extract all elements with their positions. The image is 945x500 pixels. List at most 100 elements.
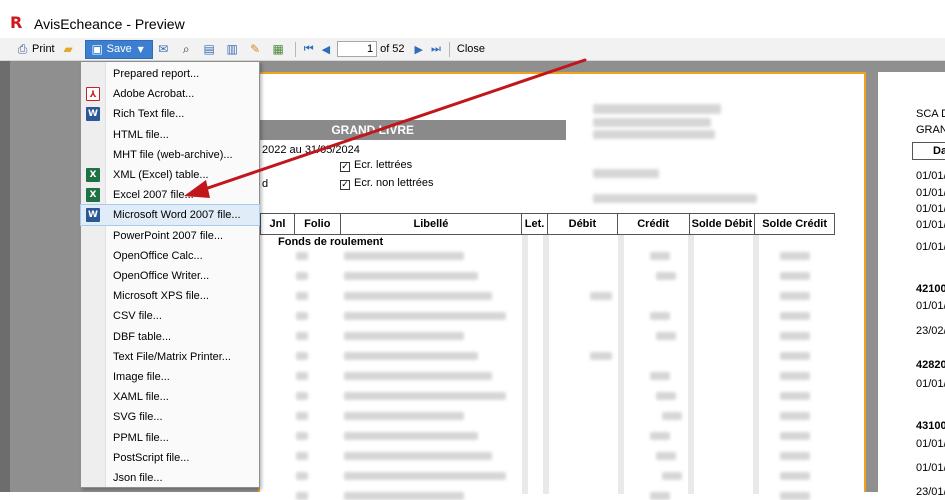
printer-icon: ⎙ bbox=[17, 41, 28, 56]
save-dropdown-menu: Prepared report... ⅄ Adobe Acrobat... W Rich… bbox=[80, 61, 260, 488]
column-shade bbox=[543, 235, 549, 494]
blurred-cell bbox=[296, 492, 308, 500]
page2-row: 01/01/ bbox=[916, 378, 945, 390]
column-shade bbox=[618, 235, 624, 494]
save-button[interactable]: ▣ Save ▼ bbox=[84, 39, 153, 59]
save-menu-item-label: DBF table... bbox=[113, 330, 172, 343]
save-menu-item[interactable]: OpenOffice Calc... bbox=[81, 246, 259, 266]
blurred-cell bbox=[296, 252, 308, 260]
print-label: Print bbox=[32, 43, 55, 55]
blurred-text bbox=[593, 118, 711, 127]
column-shade bbox=[753, 235, 759, 494]
column-header: Jnl bbox=[261, 214, 295, 234]
blurred-cell bbox=[780, 412, 810, 420]
column-header: Libellé bbox=[341, 214, 523, 234]
outline-button[interactable]: ▤ bbox=[199, 40, 222, 59]
blurred-cell bbox=[296, 452, 308, 460]
find-button[interactable]: ⌕ bbox=[176, 40, 199, 59]
column-header: Crédit bbox=[618, 214, 690, 234]
page-number-input[interactable] bbox=[337, 41, 378, 57]
page2-row: 42820 bbox=[916, 359, 945, 371]
column-header: Débit bbox=[548, 214, 618, 234]
save-menu-item-label: Microsoft XPS file... bbox=[113, 290, 209, 303]
page2-line: GRAN bbox=[916, 124, 945, 136]
next-page-icon[interactable]: ▶ bbox=[411, 43, 427, 56]
save-menu-item-label: XAML file... bbox=[113, 391, 169, 404]
section-title: Fonds de roulement bbox=[278, 236, 384, 248]
page2-row: 01/01/ bbox=[916, 462, 945, 474]
blurred-cell bbox=[780, 372, 810, 380]
save-menu-item[interactable]: Json file... bbox=[81, 468, 259, 488]
column-header: Folio bbox=[295, 214, 341, 234]
blurred-text bbox=[593, 169, 659, 178]
blurred-cell bbox=[296, 372, 308, 380]
save-menu-item-label: Excel 2007 file... bbox=[113, 189, 194, 202]
email-button[interactable]: ✉ bbox=[153, 40, 176, 59]
save-menu-item[interactable]: W Rich Text file... bbox=[81, 104, 259, 124]
save-menu-item[interactable]: PostScript file... bbox=[81, 448, 259, 468]
save-menu-item[interactable]: Prepared report... bbox=[81, 64, 259, 84]
column-header: Let. bbox=[522, 214, 548, 234]
blurred-cell bbox=[344, 352, 478, 360]
watermark-button[interactable]: ▦ bbox=[268, 40, 291, 59]
save-menu-item-label: Prepared report... bbox=[113, 68, 200, 80]
checkbox-checked-icon: ✓ bbox=[340, 180, 350, 190]
toolbar-separator bbox=[448, 41, 450, 57]
save-menu-item[interactable]: Microsoft XPS file... bbox=[81, 286, 259, 306]
save-menu-item[interactable]: PPML file... bbox=[81, 428, 259, 448]
blurred-cell bbox=[296, 432, 308, 440]
save-menu-item[interactable]: PowerPoint 2007 file... bbox=[81, 226, 259, 246]
save-menu-item[interactable]: MHT file (web-archive)... bbox=[81, 145, 259, 165]
checkbox-checked-icon: ✓ bbox=[340, 162, 350, 172]
save-label: Save bbox=[106, 43, 132, 55]
blurred-cell bbox=[344, 392, 506, 400]
first-page-icon[interactable]: ⏮ bbox=[300, 42, 318, 56]
preview-toolbar: ⎙ Print ▰ ▣ Save ▼ ✉ ⌕ ▤ ▥ ✎ ▦ ⏮ ◀ of 52… bbox=[0, 38, 945, 61]
blurred-cell bbox=[296, 332, 308, 340]
edit-page-button[interactable]: ✎ bbox=[245, 40, 268, 59]
blurred-cell bbox=[650, 372, 670, 380]
blurred-cell bbox=[662, 472, 682, 480]
save-menu-item-label: PowerPoint 2007 file... bbox=[113, 229, 224, 242]
blurred-cell bbox=[344, 252, 464, 260]
previous-page-icon[interactable]: ◀ bbox=[318, 43, 334, 56]
page-setup-button[interactable]: ▥ bbox=[222, 40, 245, 59]
last-page-icon[interactable]: ⏭ bbox=[427, 42, 445, 56]
column-header: Solde Débit bbox=[690, 214, 756, 234]
save-menu-item[interactable]: Text File/Matrix Printer... bbox=[81, 347, 259, 367]
save-menu-item[interactable]: Image file... bbox=[81, 367, 259, 387]
save-menu-item-label: CSV file... bbox=[113, 310, 162, 323]
open-button[interactable]: ▰ bbox=[58, 40, 81, 59]
save-menu-item[interactable]: XAML file... bbox=[81, 387, 259, 407]
checkbox-label: Ecr. lettrées bbox=[354, 159, 413, 171]
save-menu-item-label: Text File/Matrix Printer... bbox=[113, 350, 231, 363]
blurred-cell bbox=[590, 352, 612, 360]
save-menu-item[interactable]: HTML file... bbox=[81, 125, 259, 145]
period-suffix: d bbox=[262, 178, 269, 190]
blurred-cell bbox=[656, 452, 676, 460]
save-menu-item[interactable]: OpenOffice Writer... bbox=[81, 266, 259, 286]
print-button[interactable]: ⎙ Print bbox=[12, 40, 58, 59]
save-menu-item[interactable]: X XML (Excel) table... bbox=[81, 165, 259, 185]
checkbox-unlettered: ✓ Ecr. non lettrées bbox=[340, 177, 434, 190]
save-menu-item-label: XML (Excel) table... bbox=[113, 169, 209, 181]
save-menu-item[interactable]: X Excel 2007 file... bbox=[81, 185, 259, 205]
workspace-left-edge bbox=[0, 61, 10, 492]
save-menu-item[interactable]: SVG file... bbox=[81, 407, 259, 427]
page2-row: 42100 bbox=[916, 283, 945, 295]
word-icon: W bbox=[86, 107, 100, 122]
blurred-cell bbox=[344, 292, 492, 300]
close-button[interactable]: Close bbox=[454, 40, 488, 59]
folder-icon: ▰ bbox=[63, 41, 73, 56]
blurred-cell bbox=[344, 452, 492, 460]
blurred-cell bbox=[780, 272, 810, 280]
save-menu-item[interactable]: ⅄ Adobe Acrobat... bbox=[81, 84, 259, 104]
save-menu-item[interactable]: CSV file... bbox=[81, 306, 259, 326]
window-title: AvisEcheance - Preview bbox=[34, 16, 185, 32]
save-menu-item[interactable]: W Microsoft Word 2007 file... bbox=[80, 204, 260, 227]
blurred-cell bbox=[296, 292, 308, 300]
save-menu-item[interactable]: DBF table... bbox=[81, 327, 259, 347]
blurred-cell bbox=[296, 412, 308, 420]
page-total-label: of 52 bbox=[380, 43, 405, 55]
blurred-text bbox=[593, 130, 715, 139]
